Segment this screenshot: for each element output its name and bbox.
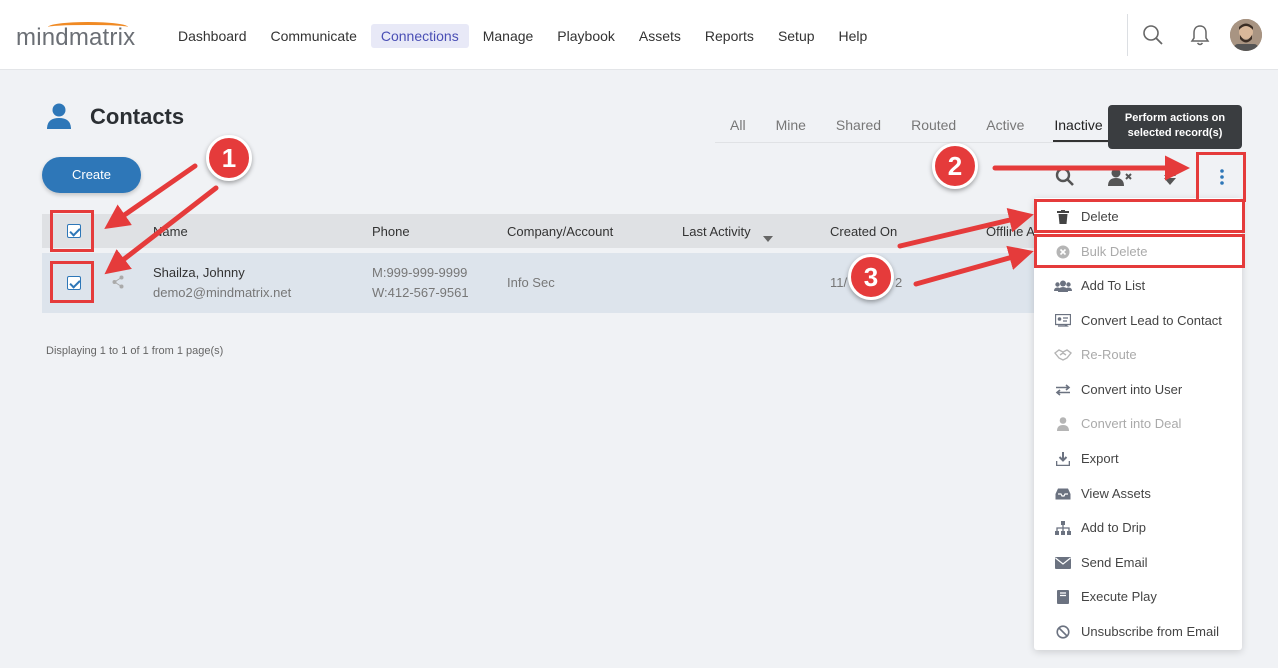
tab-routed[interactable]: Routed (896, 116, 971, 134)
column-phone[interactable]: Phone (372, 224, 410, 239)
contact-person-icon (46, 102, 72, 135)
nav-help[interactable]: Help (829, 24, 878, 48)
menu-convert-lead[interactable]: Convert Lead to Contact (1034, 308, 1242, 334)
step-badge-1: 1 (206, 135, 252, 181)
top-navigation-bar: mindmatrix Dashboard Communicate Connect… (0, 0, 1278, 70)
menu-unsubscribe[interactable]: Unsubscribe from Email (1034, 619, 1242, 645)
created-on-start: 11/ (830, 275, 848, 290)
contact-name[interactable]: Shailza, Johnny (153, 265, 245, 280)
inbox-tray-icon (1054, 485, 1072, 503)
nav-playbook[interactable]: Playbook (547, 24, 625, 48)
pagination-info: Displaying 1 to 1 of 1 from 1 page(s) (46, 345, 224, 357)
highlight-row-checkbox (50, 261, 94, 303)
sort-desc-icon[interactable] (763, 229, 773, 247)
share-icon[interactable] (112, 275, 124, 294)
column-offline[interactable]: Offline A (986, 224, 1035, 239)
menu-add-to-drip[interactable]: Add to Drip (1034, 515, 1242, 541)
menu-export[interactable]: Export (1034, 446, 1242, 472)
convert-card-icon (1054, 312, 1072, 330)
menu-execute-play[interactable]: Execute Play (1034, 584, 1242, 610)
menu-send-email[interactable]: Send Email (1034, 550, 1242, 576)
exchange-arrows-icon (1054, 381, 1072, 399)
highlight-delete (1034, 199, 1245, 233)
menu-view-assets[interactable]: View Assets (1034, 481, 1242, 507)
phone-work: W:412-567-9561 (372, 285, 469, 300)
column-name[interactable]: Name (153, 224, 188, 239)
active-tab-indicator (1053, 140, 1108, 142)
table-header: Name Phone Company/Account Last Activity… (42, 214, 1042, 248)
book-icon (1054, 588, 1072, 606)
tab-inactive[interactable]: Inactive (1039, 116, 1117, 134)
ban-icon (1054, 623, 1072, 641)
step-badge-2: 2 (932, 143, 978, 189)
main-nav: Dashboard Communicate Connections Manage… (168, 24, 881, 48)
nav-connections[interactable]: Connections (370, 24, 469, 48)
create-button[interactable]: Create (42, 157, 141, 193)
more-actions-tooltip: Perform actions on selected record(s) (1108, 105, 1242, 149)
nav-communicate[interactable]: Communicate (261, 24, 367, 48)
search-records-icon[interactable] (1053, 165, 1077, 189)
remove-user-icon[interactable] (1106, 165, 1134, 189)
created-on-end: 2 (895, 275, 903, 290)
menu-add-to-list[interactable]: Add To List (1034, 273, 1242, 299)
nav-setup[interactable]: Setup (768, 24, 825, 48)
column-company[interactable]: Company/Account (507, 224, 613, 239)
download-icon (1054, 450, 1072, 468)
tab-shared[interactable]: Shared (821, 116, 896, 134)
search-icon[interactable] (1140, 22, 1166, 48)
menu-convert-user[interactable]: Convert into User (1034, 377, 1242, 403)
sitemap-icon (1054, 519, 1072, 537)
users-group-icon (1054, 277, 1072, 295)
sort-icon[interactable] (1158, 165, 1182, 189)
mindmatrix-logo[interactable]: mindmatrix (16, 24, 135, 52)
user-icon (1054, 415, 1072, 433)
nav-assets[interactable]: Assets (629, 24, 691, 48)
step-badge-3: 3 (848, 254, 894, 300)
menu-convert-deal[interactable]: Convert into Deal (1034, 411, 1242, 437)
user-avatar[interactable] (1230, 19, 1262, 51)
highlight-more-actions (1196, 152, 1246, 202)
contact-tabs: All Mine Shared Routed Active Inactive (715, 116, 1118, 134)
contact-email: demo2@mindmatrix.net (153, 285, 292, 300)
top-divider (1127, 14, 1128, 56)
nav-manage[interactable]: Manage (473, 24, 544, 48)
handshake-icon (1054, 346, 1072, 364)
envelope-icon (1054, 554, 1072, 572)
column-last-activity[interactable]: Last Activity (682, 224, 751, 239)
nav-dashboard[interactable]: Dashboard (168, 24, 257, 48)
column-created-on[interactable]: Created On (830, 224, 897, 239)
tab-mine[interactable]: Mine (761, 116, 821, 134)
nav-reports[interactable]: Reports (695, 24, 764, 48)
phone-mobile: M:999-999-9999 (372, 265, 468, 280)
company-account: Info Sec (507, 275, 555, 290)
page-title: Contacts (90, 104, 185, 129)
menu-re-route[interactable]: Re-Route (1034, 342, 1242, 368)
highlight-bulk-delete (1034, 234, 1245, 268)
bell-icon[interactable] (1187, 22, 1213, 48)
tab-all[interactable]: All (715, 116, 761, 134)
tab-active[interactable]: Active (971, 116, 1039, 134)
highlight-select-all (50, 210, 94, 252)
